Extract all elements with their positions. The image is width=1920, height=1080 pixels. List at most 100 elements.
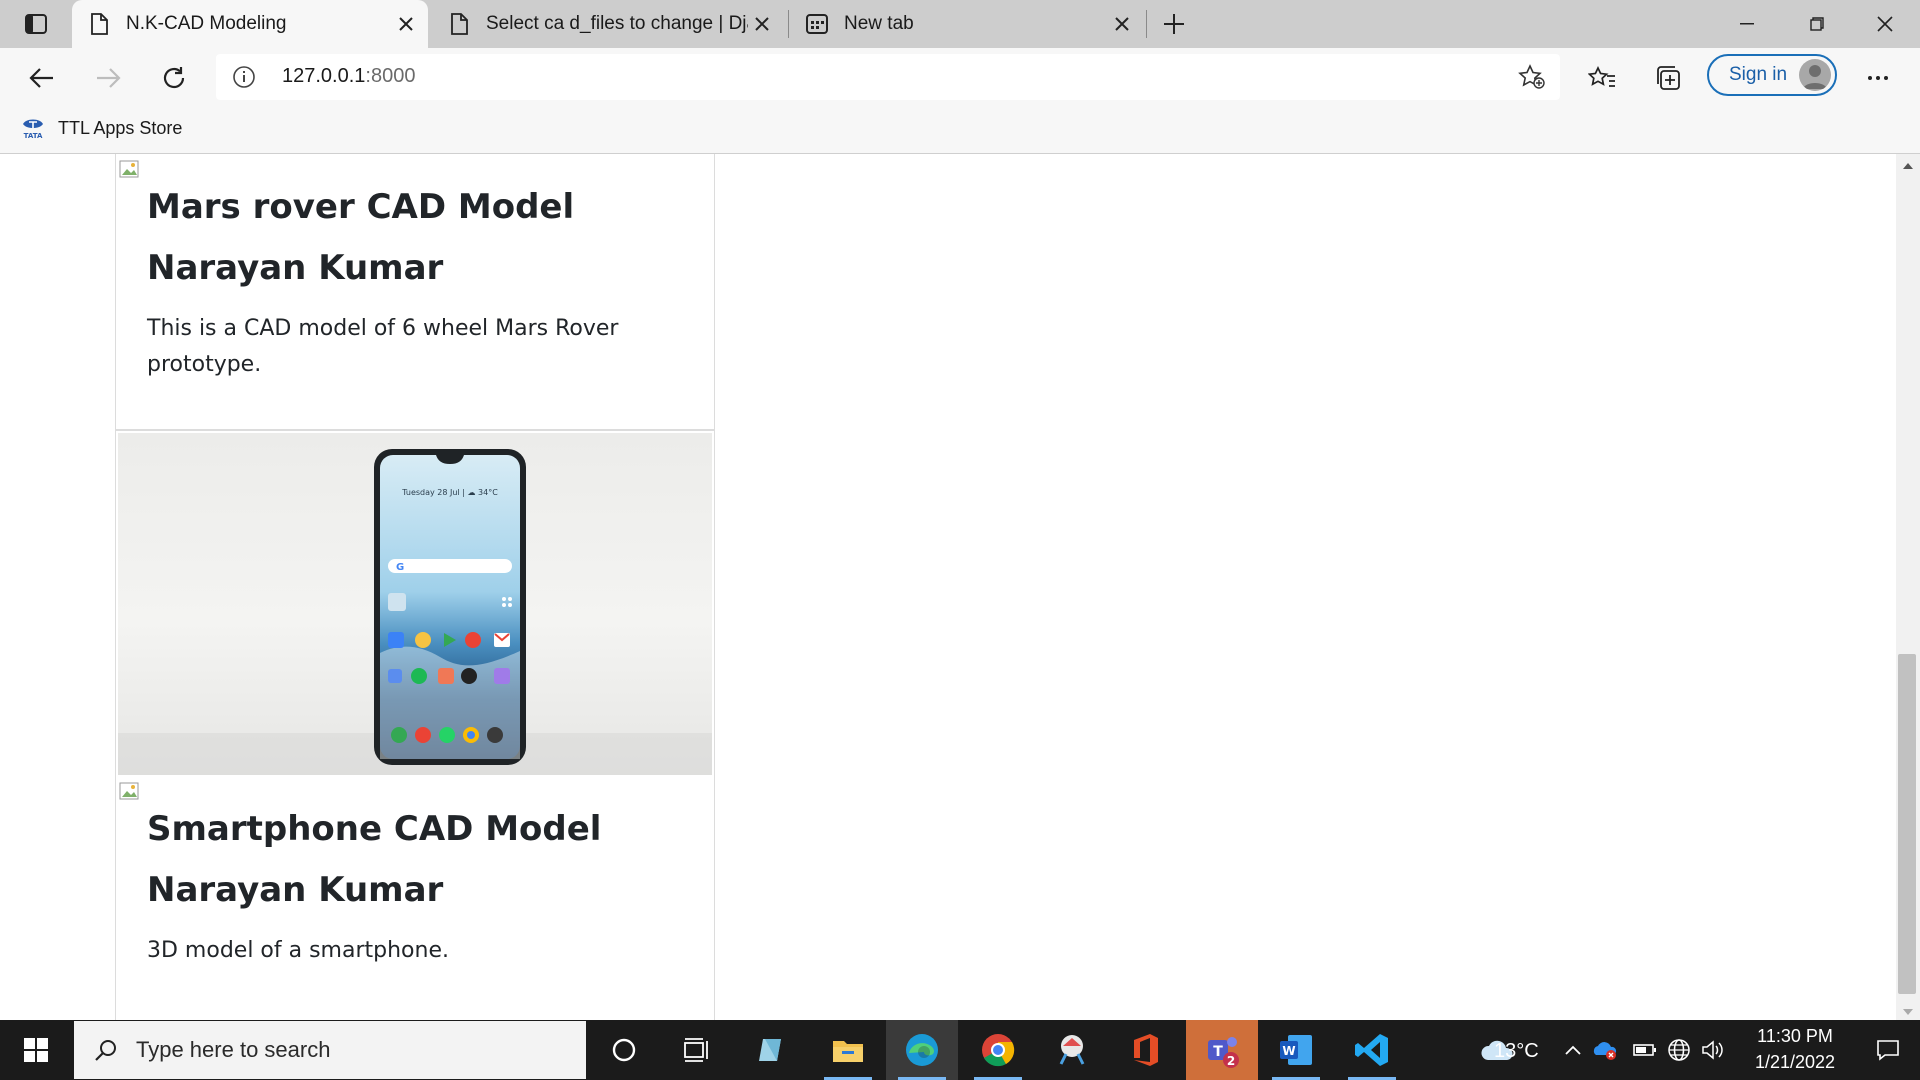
smartphone-image: G Tuesday 28 Jul | ☁ 34°C xyxy=(118,433,712,775)
taskbar-app-vscode[interactable] xyxy=(1336,1020,1408,1080)
windows-logo-icon xyxy=(24,1038,48,1062)
browser-toolbar: 127.0.0.1:8000 Sign in xyxy=(0,48,1920,106)
broken-image-icon xyxy=(119,782,139,800)
clock-date[interactable]: 1/21/2022 xyxy=(1742,1052,1848,1073)
favorites-icon xyxy=(1588,66,1615,87)
svg-text:TATA: TATA xyxy=(24,132,43,140)
plus-icon xyxy=(1164,14,1184,34)
avatar xyxy=(1799,59,1831,91)
bookmark-label: TTL Apps Store xyxy=(58,117,183,138)
collections-button[interactable] xyxy=(1648,58,1688,98)
close-tab-icon[interactable] xyxy=(1108,10,1136,38)
address-bar[interactable]: 127.0.0.1:8000 xyxy=(216,54,1560,100)
forward-button[interactable] xyxy=(88,58,128,98)
onedrive-status[interactable] xyxy=(1588,1020,1622,1080)
scrollbar-thumb[interactable] xyxy=(1898,654,1916,994)
phone-screen-text: Tuesday 28 Jul | ☁ 34°C xyxy=(401,488,498,497)
page-scrollbar[interactable] xyxy=(1896,154,1920,1020)
tab-select-cad-files[interactable]: Select ca d_files to change | Djan xyxy=(432,0,784,48)
search-icon xyxy=(95,1040,116,1061)
clock-time[interactable]: 11:30 PM xyxy=(1750,1026,1840,1047)
word-icon: W xyxy=(1280,1035,1312,1065)
favorites-bar: TATA TTL Apps Store xyxy=(0,106,1920,154)
tab-actions-button[interactable] xyxy=(16,10,56,38)
favorites-button[interactable] xyxy=(1582,58,1622,98)
tab-title: Select ca d_files to change | Djan xyxy=(486,13,748,34)
back-button[interactable] xyxy=(22,58,62,98)
broken-image-icon xyxy=(119,160,139,178)
windows-taskbar: Type here to search T2 W 13°C 11:30 PM 1… xyxy=(0,1020,1920,1080)
arrow-left-icon xyxy=(29,68,53,88)
taskbar-app-edge[interactable] xyxy=(886,1020,958,1080)
teams-badge: 2 xyxy=(1227,1054,1235,1068)
svg-text:T: T xyxy=(1213,1044,1223,1060)
settings-and-more-button[interactable] xyxy=(1858,58,1898,98)
url-text: 127.0.0.1:8000 xyxy=(282,65,415,88)
chrome-icon xyxy=(982,1034,1015,1067)
bookmark-ttl-apps-store[interactable]: TATA TTL Apps Store xyxy=(20,116,182,140)
tab-divider xyxy=(788,10,789,38)
close-tab-icon[interactable] xyxy=(748,10,776,38)
url-port: :8000 xyxy=(365,65,416,87)
cortana-icon xyxy=(612,1038,636,1062)
new-tab-button[interactable] xyxy=(1154,8,1194,40)
refresh-button[interactable] xyxy=(154,58,194,98)
scroll-down-icon[interactable] xyxy=(1903,1008,1913,1016)
folder-icon xyxy=(833,1041,863,1062)
battery-status[interactable] xyxy=(1630,1020,1660,1080)
arrow-right-icon xyxy=(97,68,121,88)
tab-title: N.K-CAD Modeling xyxy=(126,13,287,34)
task-view-icon xyxy=(684,1038,708,1062)
taskbar-app-notes[interactable] xyxy=(736,1020,808,1080)
taskbar-app-teams[interactable]: T2 xyxy=(1186,1020,1258,1080)
sign-in-button[interactable]: Sign in xyxy=(1707,54,1837,96)
minimize-button[interactable] xyxy=(1712,0,1782,48)
restore-button[interactable] xyxy=(1782,0,1852,48)
show-hidden-icons-button[interactable] xyxy=(1558,1020,1588,1080)
task-view-button[interactable] xyxy=(660,1020,732,1080)
edge-icon xyxy=(906,1034,938,1066)
cortana-button[interactable] xyxy=(588,1020,660,1080)
page-icon xyxy=(448,13,470,35)
close-icon xyxy=(1877,16,1893,32)
page-icon xyxy=(88,13,110,35)
model-author: Narayan Kumar xyxy=(147,248,444,288)
restore-icon xyxy=(1810,17,1824,31)
smartphone-illustration: G Tuesday 28 Jul | ☁ 34°C xyxy=(118,449,712,775)
taskbar-app-word[interactable]: W xyxy=(1260,1020,1332,1080)
chevron-up-icon xyxy=(1565,1045,1581,1055)
office-icon xyxy=(1134,1034,1158,1066)
volume-status[interactable] xyxy=(1698,1020,1728,1080)
notification-center-button[interactable] xyxy=(1856,1020,1920,1080)
svg-text:W: W xyxy=(1282,1044,1295,1058)
add-favorite-icon[interactable] xyxy=(1518,64,1546,90)
tab-new-tab[interactable]: New tab xyxy=(790,0,1144,48)
model-title: Mars rover CAD Model xyxy=(147,187,575,227)
model-description: 3D model of a smartphone. xyxy=(147,938,449,963)
close-tab-icon[interactable] xyxy=(392,10,420,38)
model-card-mars-rover: Mars rover CAD Model Narayan Kumar This … xyxy=(115,154,715,430)
close-window-button[interactable] xyxy=(1850,0,1920,48)
search-placeholder: Type here to search xyxy=(136,1037,331,1062)
battery-icon xyxy=(1633,1044,1656,1056)
taskbar-app-snipping[interactable] xyxy=(1036,1020,1108,1080)
taskbar-app-file-explorer[interactable] xyxy=(812,1020,884,1080)
teams-icon: T2 xyxy=(1208,1037,1239,1068)
minimize-icon xyxy=(1740,23,1754,25)
tab-nk-cad-modeling[interactable]: N.K-CAD Modeling xyxy=(72,0,428,48)
more-dots-icon xyxy=(1868,76,1888,80)
taskbar-app-office[interactable] xyxy=(1110,1020,1182,1080)
scroll-up-icon[interactable] xyxy=(1903,162,1913,170)
start-button[interactable] xyxy=(0,1020,72,1080)
snipping-tool-icon xyxy=(1059,1035,1085,1065)
taskbar-search-box[interactable]: Type here to search xyxy=(74,1021,586,1079)
model-card-smartphone: G Tuesday 28 Jul | ☁ 34°C Smartphone CAD… xyxy=(115,430,715,1020)
taskbar-app-chrome[interactable] xyxy=(962,1020,1034,1080)
notifications-icon xyxy=(1877,1040,1899,1061)
tab-actions-icon xyxy=(25,14,47,34)
network-status[interactable] xyxy=(1664,1020,1694,1080)
model-title: Smartphone CAD Model xyxy=(147,809,602,849)
tab-title: New tab xyxy=(844,13,914,34)
site-info-icon[interactable] xyxy=(232,65,256,89)
model-author: Narayan Kumar xyxy=(147,870,444,910)
